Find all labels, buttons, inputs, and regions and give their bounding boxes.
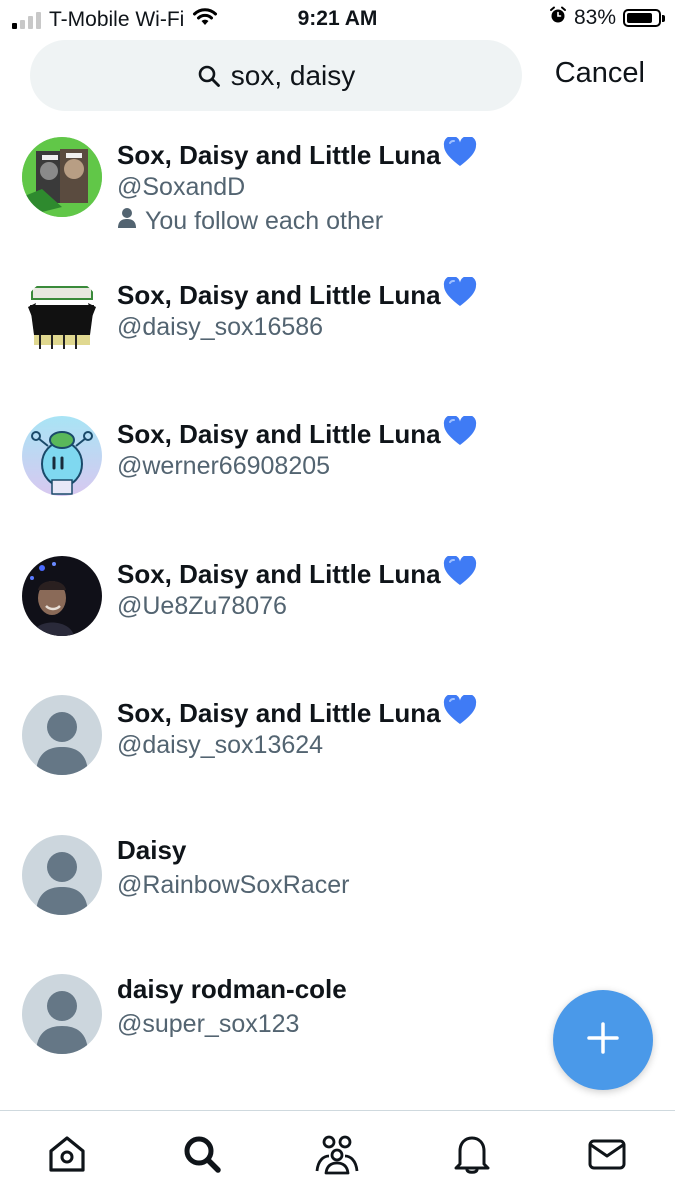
blue-heart-icon	[443, 135, 477, 174]
search-icon	[181, 1133, 223, 1180]
cancel-button[interactable]: Cancel	[555, 57, 645, 90]
alarm-icon	[549, 6, 567, 30]
username: @SoxandD	[117, 173, 246, 201]
notifications-icon	[451, 1133, 493, 1180]
tab-communities[interactable]	[314, 1133, 360, 1179]
search-icon	[197, 64, 221, 88]
avatar[interactable]	[22, 137, 102, 217]
list-item[interactable]: Sox, Daisy and Little Luna @daisy_sox136…	[0, 673, 675, 813]
display-name: Daisy	[117, 834, 187, 865]
blue-heart-icon	[443, 693, 477, 732]
default-avatar[interactable]	[22, 695, 102, 775]
communities-icon	[314, 1133, 360, 1180]
battery-icon	[623, 9, 665, 27]
battery-percent: 83%	[573, 6, 616, 29]
display-name: Sox, Daisy and Little Luna	[117, 135, 477, 174]
avatar[interactable]	[22, 555, 102, 636]
display-name: Sox, Daisy and Little Luna	[117, 693, 477, 732]
list-item[interactable]: Sox, Daisy and Little Luna @daisy_sox165…	[0, 255, 675, 395]
avatar[interactable]	[22, 416, 102, 496]
search-input[interactable]: sox, daisy	[30, 40, 522, 111]
list-item[interactable]: Daisy @RainbowSoxRacer	[0, 813, 675, 953]
messages-icon	[586, 1133, 628, 1180]
display-name: daisy rodman-cole	[117, 974, 347, 1004]
tab-bar	[0, 1110, 675, 1201]
search-query[interactable]: sox, daisy	[231, 60, 356, 92]
username: @super_sox123	[117, 1010, 300, 1038]
compose-button[interactable]	[553, 990, 653, 1090]
follow-status: You follow each other	[117, 207, 383, 236]
list-item[interactable]: Sox, Daisy and Little Luna @werner669082…	[0, 394, 675, 534]
tab-messages[interactable]	[584, 1133, 630, 1179]
avatar[interactable]	[22, 276, 102, 357]
blue-heart-icon	[443, 414, 477, 453]
username: @Ue8Zu78076	[117, 591, 287, 620]
username: @werner66908205	[117, 452, 331, 480]
default-avatar[interactable]	[22, 834, 102, 915]
username: @RainbowSoxRacer	[117, 870, 350, 899]
tab-home[interactable]	[44, 1133, 90, 1179]
list-item[interactable]: Sox, Daisy and Little Luna @Ue8Zu78076	[0, 534, 675, 674]
display-name: Sox, Daisy and Little Luna	[117, 414, 477, 453]
blue-heart-icon	[443, 275, 477, 314]
person-icon	[117, 207, 137, 236]
tab-search[interactable]	[179, 1133, 225, 1179]
plus-icon	[586, 1021, 620, 1060]
tab-notifications[interactable]	[449, 1133, 495, 1179]
display-name: Sox, Daisy and Little Luna	[117, 554, 477, 593]
username: @daisy_sox13624	[117, 731, 324, 759]
list-item[interactable]: Sox, Daisy and Little Luna @SoxandD You …	[0, 115, 675, 255]
username: @daisy_sox16586	[117, 312, 324, 341]
home-icon	[46, 1133, 88, 1180]
display-name: Sox, Daisy and Little Luna	[117, 275, 477, 314]
blue-heart-icon	[443, 554, 477, 593]
status-bar: T-Mobile Wi-Fi 9:21 AM 83%	[0, 0, 675, 36]
default-avatar[interactable]	[22, 974, 102, 1054]
search-results-list: Sox, Daisy and Little Luna @SoxandD You …	[0, 115, 675, 1092]
status-right: 83%	[549, 6, 665, 30]
